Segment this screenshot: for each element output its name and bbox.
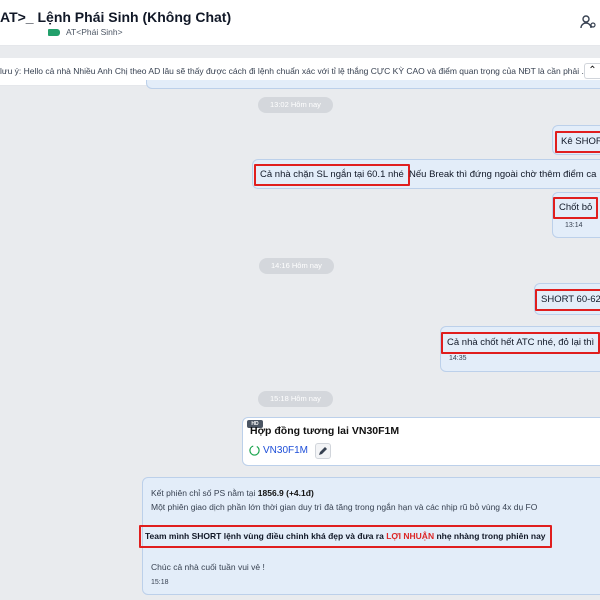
collapse-icon[interactable]: ⌃ [584,63,600,79]
chat-title: AT>_ Lệnh Phái Sinh (Không Chat) [0,9,232,25]
pinned-message-text: lưu ý: Hello cả nhà Nhiều Anh Chị theo A… [0,66,589,76]
date-separator: 13:02 Hôm nay [258,97,333,113]
message-bubble[interactable]: Kê SHOR [552,125,600,155]
previous-message-bubble [146,80,600,89]
message-bubble[interactable]: SHORT 60-62 [534,283,600,315]
card-link-label: VN30F1M [263,445,309,456]
highlighted-message-text: Cả nhà chốt hết ATC nhé, đỏ lại thì [441,332,600,354]
chat-subtitle[interactable]: AT<Phái Sinh> [48,27,123,37]
summary-line: Chúc cả nhà cuối tuần vui vẻ ! [151,562,265,572]
highlighted-message-text: Kê SHOR [555,131,600,153]
summary-line: Một phiên giao dịch phần lớn thời gian d… [151,502,538,512]
date-separator: 14:16 Hôm nay [259,258,334,274]
summary-message-bubble[interactable]: Kết phiên chỉ số PS nằm tại 1856.9 (+4.1… [139,477,600,595]
index-value: 1856.9 (+4.1đ) [257,488,314,498]
card-title: Hợp đồng tương lai VN30F1M [250,425,400,437]
date-separator: 15:18 Hôm nay [258,391,333,407]
highlighted-message-text: Cả nhà chặn SL ngắn tại 60.1 nhé [254,164,410,186]
message-bubble[interactable]: Cả nhà chặn SL ngắn tại 60.1 nhé Nếu Bre… [252,159,600,189]
message-bubble[interactable]: Cả nhà chốt hết ATC nhé, đỏ lại thì 14:3… [440,326,600,372]
message-bubble[interactable]: Chốt bỏ 13:14 [552,192,600,238]
tag-icon [48,28,60,36]
pencil-icon[interactable] [315,443,331,459]
card-link[interactable]: VN30F1M [249,445,308,456]
check-circle-icon [249,445,260,456]
chat-header: AT>_ Lệnh Phái Sinh (Không Chat) AT<Phái… [0,0,600,46]
group-tag-label: AT<Phái Sinh> [66,27,123,37]
highlighted-summary-line: Team mình SHORT lệnh vùng điều chỉnh khá… [139,525,552,548]
user-settings-icon[interactable] [580,14,596,30]
highlighted-message-text: Chốt bỏ [553,197,599,219]
message-time: 13:14 [565,222,583,229]
summary-line: Kết phiên chỉ số PS nằm tại 1856.9 (+4.1… [151,488,314,498]
message-time: 14:35 [449,355,467,362]
contract-card[interactable]: HD Hợp đồng tương lai VN30F1M VN30F1M [242,417,600,466]
message-time: 15:18 [151,579,169,586]
highlighted-message-text: SHORT 60-62 [535,289,600,311]
message-text: Nếu Break thì đứng ngoài chờ thêm điểm c… [409,169,597,180]
profit-label: LỢI NHUẬN [386,531,435,541]
